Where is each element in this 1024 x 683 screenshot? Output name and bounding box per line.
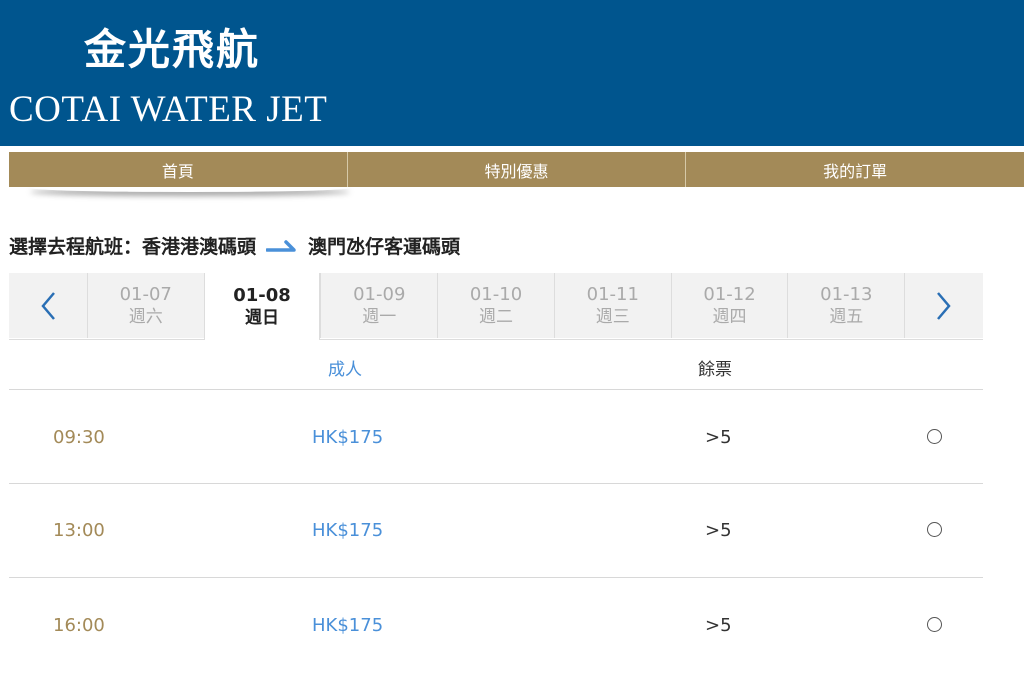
- date-label: 01-13: [820, 283, 873, 305]
- date-label: 01-12: [703, 283, 756, 305]
- table-row[interactable]: 13:00 HK$175 >5: [9, 484, 983, 578]
- date-tab[interactable]: 01-12 週四: [670, 273, 788, 338]
- logo-chinese[interactable]: 金光飛航: [84, 24, 260, 76]
- select-radio[interactable]: [927, 522, 942, 537]
- price: HK$175: [312, 520, 384, 541]
- weekday-label: 週二: [479, 306, 514, 327]
- weekday-label: 週三: [595, 306, 630, 327]
- date-tab[interactable]: 01-09 週一: [320, 273, 438, 338]
- table-row[interactable]: 16:00 HK$175 >5: [9, 578, 983, 672]
- column-header-remaining: 餘票: [698, 360, 732, 380]
- column-header-adult: 成人: [328, 360, 362, 380]
- main-nav: 首頁 特別優惠 我的訂單: [9, 152, 1024, 187]
- weekday-label: 週四: [712, 306, 747, 327]
- route-to: 澳門氹仔客運碼頭: [308, 236, 461, 258]
- departure-time: 13:00: [53, 520, 105, 541]
- date-tab[interactable]: 01-10 週二: [437, 273, 554, 338]
- weekday-label: 週六: [128, 306, 163, 327]
- remaining-tickets: >5: [705, 427, 732, 448]
- remaining-tickets: >5: [705, 615, 732, 636]
- route-title: 選擇去程航班： 香港港澳碼頭 澳門氹仔客運碼頭: [9, 232, 460, 259]
- site-header: 金光飛航 COTAI WATER JET: [0, 0, 1024, 146]
- nav-item-special-offers[interactable]: 特別優惠: [346, 152, 686, 187]
- weekday-label: 週日: [244, 307, 279, 328]
- price: HK$175: [312, 615, 384, 636]
- date-label: 01-11: [586, 283, 639, 305]
- weekday-label: 週五: [829, 306, 864, 327]
- nav-item-home[interactable]: 首頁: [9, 152, 347, 187]
- date-tab-selected[interactable]: 01-08 週日: [203, 273, 321, 340]
- date-label: 01-08: [233, 284, 291, 306]
- route-prefix: 選擇去程航班：: [9, 236, 143, 258]
- logo-english[interactable]: COTAI WATER JET: [9, 88, 327, 132]
- select-radio[interactable]: [927, 617, 942, 632]
- nav-item-my-bookings[interactable]: 我的訂單: [685, 152, 1024, 187]
- chevron-right-icon[interactable]: [904, 273, 984, 338]
- date-label: 01-10: [469, 283, 523, 305]
- select-radio[interactable]: [927, 429, 942, 444]
- date-tab[interactable]: 01-07 週六: [86, 273, 204, 338]
- date-tab[interactable]: 01-13 週五: [787, 273, 905, 338]
- price: HK$175: [312, 427, 384, 448]
- departure-time: 09:30: [53, 427, 105, 448]
- chevron-left-icon[interactable]: [9, 273, 87, 338]
- date-label: 01-07: [119, 283, 172, 305]
- date-tab[interactable]: 01-11 週三: [553, 273, 671, 338]
- remaining-tickets: >5: [705, 520, 732, 541]
- date-label: 01-09: [353, 283, 406, 305]
- table-row[interactable]: 09:30 HK$175 >5: [9, 390, 983, 484]
- departure-time: 16:00: [53, 615, 105, 636]
- weekday-label: 週一: [362, 306, 397, 327]
- arrow-right-icon: [266, 239, 298, 253]
- route-from: 香港港澳碼頭: [142, 236, 257, 258]
- date-selector: 01-07 週六 01-08 週日 01-09 週一 01-10 週二 01-1…: [9, 273, 984, 340]
